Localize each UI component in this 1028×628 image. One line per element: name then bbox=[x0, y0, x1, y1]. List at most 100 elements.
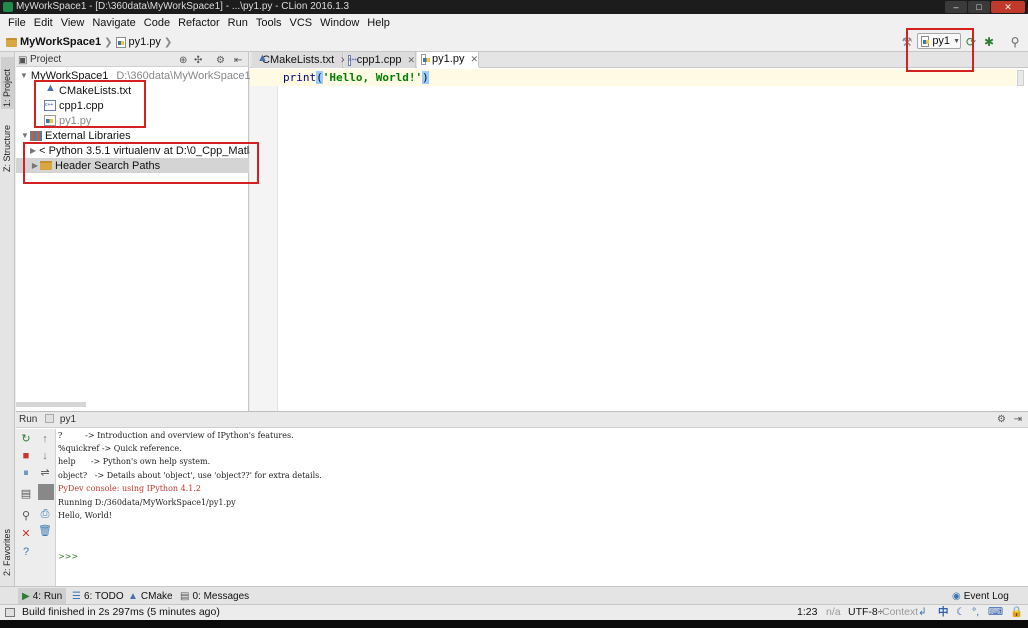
tree-header-search-paths[interactable]: ▶ Header Search Paths bbox=[16, 158, 249, 173]
breadcrumb-project[interactable]: MyWorkSpace1 bbox=[20, 36, 101, 48]
build-icon[interactable]: ⚒ bbox=[900, 35, 914, 49]
menu-tools[interactable]: Tools bbox=[252, 14, 286, 32]
tab-todo[interactable]: ☰ 6: TODO bbox=[68, 588, 128, 604]
console-prompt[interactable]: >>> bbox=[58, 551, 78, 562]
menu-view[interactable]: View bbox=[57, 14, 89, 32]
menu-refactor[interactable]: Refactor bbox=[174, 14, 224, 32]
close-tab-icon[interactable]: ✕ bbox=[470, 54, 478, 65]
code-text[interactable]: print('Hello, World!') bbox=[283, 71, 429, 84]
tree-item-py1[interactable]: py1.py bbox=[16, 113, 249, 128]
pin-icon[interactable]: ⚲ bbox=[19, 509, 33, 523]
trash-icon[interactable]: 🗑 bbox=[38, 524, 52, 538]
hide-panel-icon[interactable]: ⇥ bbox=[1014, 412, 1022, 428]
help-icon[interactable]: ? bbox=[19, 545, 33, 559]
down-arrow-icon[interactable]: ↓ bbox=[38, 449, 52, 463]
print-icon[interactable]: ⎙ bbox=[38, 507, 52, 521]
line-separator-status[interactable]: n/a bbox=[826, 605, 841, 620]
close-icon[interactable]: ✕ bbox=[19, 527, 33, 541]
debug-icon[interactable]: ✱ bbox=[982, 35, 996, 49]
console-line: %quickref -> Quick reference. bbox=[58, 444, 182, 453]
tab-cmake[interactable]: ▲ CMake bbox=[124, 588, 177, 604]
horizontal-scrollbar[interactable] bbox=[16, 402, 86, 407]
menu-help[interactable]: Help bbox=[363, 14, 394, 32]
tree-root-project[interactable]: ▼ MyWorkSpace1 D:\360data\MyWorkSpace1 bbox=[16, 68, 251, 83]
tab-event-log-label: Event Log bbox=[963, 590, 1009, 602]
run-config-selector[interactable]: py1 ▼ bbox=[917, 33, 961, 49]
ime-keyboard-icon[interactable]: ⌨ bbox=[988, 605, 1003, 620]
tab-py1[interactable]: py1.py ✕ bbox=[417, 52, 479, 68]
close-tab-icon[interactable]: ✕ bbox=[407, 55, 415, 66]
ime-toggle-icon[interactable]: ↲ bbox=[918, 605, 927, 620]
menu-navigate[interactable]: Navigate bbox=[88, 14, 139, 32]
cmake-icon: ▲ bbox=[128, 590, 138, 602]
menu-run[interactable]: Run bbox=[224, 14, 252, 32]
menu-file[interactable]: File bbox=[4, 14, 30, 32]
caret-position[interactable]: 1:23 bbox=[797, 605, 817, 620]
tab-cpp1[interactable]: cpp1.cpp ✕ bbox=[344, 52, 416, 68]
event-log-icon: ◉ bbox=[952, 590, 961, 602]
expand-arrow-icon: ▼ bbox=[20, 71, 28, 80]
tree-header-search-paths-label: Header Search Paths bbox=[55, 159, 161, 172]
ime-chinese-icon[interactable]: 中 bbox=[938, 605, 949, 620]
ime-punct-icon[interactable]: °, bbox=[972, 605, 979, 620]
tree-external-libraries[interactable]: ▼ External Libraries bbox=[16, 128, 249, 143]
menu-vcs[interactable]: VCS bbox=[286, 14, 317, 32]
tab-messages[interactable]: ▤ 0: Messages bbox=[176, 588, 253, 604]
console-line: PyDev console: using IPython 4.1.2 bbox=[58, 484, 201, 493]
file-encoding[interactable]: UTF-8÷ bbox=[848, 605, 884, 620]
expand-arrow-icon: ▼ bbox=[21, 131, 29, 140]
search-icon[interactable]: ⚲ bbox=[1008, 35, 1022, 49]
tree-item-cmakelists[interactable]: CMakeLists.txt bbox=[16, 82, 249, 98]
close-button[interactable]: ✕ bbox=[991, 1, 1025, 13]
sync-icon[interactable]: ⊕ bbox=[179, 53, 187, 68]
breadcrumb-file[interactable]: py1.py bbox=[129, 36, 161, 48]
console-line: ? -> Introduction and overview of IPytho… bbox=[58, 431, 294, 440]
scroll-to-end-icon[interactable] bbox=[38, 484, 54, 500]
tab-cmakelists[interactable]: CMakeLists.txt ✕ bbox=[252, 52, 348, 68]
gear-icon[interactable]: ⚙ bbox=[216, 53, 225, 68]
dump-threads-icon[interactable]: ▤ bbox=[19, 487, 33, 501]
hide-panel-icon[interactable]: ⇤ bbox=[234, 53, 242, 68]
menu-edit[interactable]: Edit bbox=[30, 14, 57, 32]
console-output[interactable]: ? -> Introduction and overview of IPytho… bbox=[58, 430, 1020, 580]
soft-wrap-icon[interactable]: ⇌ bbox=[38, 466, 52, 480]
stop-icon[interactable]: ■ bbox=[19, 449, 33, 463]
menu-bar: File Edit View Navigate Code Refactor Ru… bbox=[0, 14, 1028, 32]
project-panel-title: Project bbox=[30, 54, 62, 65]
status-message[interactable]: Build finished in 2s 297ms (5 minutes ag… bbox=[22, 605, 220, 620]
minimize-button[interactable]: – bbox=[945, 1, 967, 13]
folder-icon bbox=[6, 37, 17, 47]
editor-scroll-marker[interactable] bbox=[1017, 70, 1024, 86]
tab-messages-label: 0: Messages bbox=[192, 590, 250, 602]
ime-moon-icon[interactable]: ☾ bbox=[956, 605, 965, 620]
favorites-tool-tab[interactable]: 2: Favorites bbox=[1, 520, 14, 582]
lock-icon[interactable]: 🔒 bbox=[1010, 605, 1023, 620]
chevron-right-icon: ❯ bbox=[163, 36, 173, 48]
up-arrow-icon[interactable]: ↑ bbox=[38, 432, 52, 446]
run-toolbar: ↻ ↑ ■ ↓ ⏸ ⇌ ▤ ⚲ ⎙ ✕ 🗑 ? bbox=[16, 429, 56, 587]
status-window-icon[interactable] bbox=[5, 608, 15, 617]
tab-run[interactable]: ▶ 4: Run bbox=[18, 588, 67, 604]
pause-icon[interactable]: ⏸ bbox=[19, 466, 33, 480]
run-icon[interactable]: ⟳ bbox=[964, 35, 978, 49]
tree-item-cpp1[interactable]: cpp1.cpp bbox=[16, 98, 249, 113]
context-label[interactable]: Context bbox=[882, 605, 918, 620]
left-tool-strip: 1: Project Z: Structure 2: Favorites bbox=[0, 52, 15, 586]
menu-code[interactable]: Code bbox=[140, 14, 174, 32]
rerun-icon[interactable]: ↻ bbox=[19, 432, 33, 446]
maximize-button[interactable]: □ bbox=[968, 1, 990, 13]
editor-area: CMakeLists.txt ✕ cpp1.cpp ✕ py1.py ✕ pri… bbox=[250, 52, 1028, 411]
gear-icon[interactable]: ⚙ bbox=[997, 412, 1006, 428]
collapse-icon[interactable]: ✣ bbox=[194, 53, 202, 68]
project-tool-tab[interactable]: 1: Project bbox=[1, 57, 14, 109]
tab-label: cpp1.cpp bbox=[356, 54, 402, 66]
clion-window: MyWorkSpace1 - [D:\360data\MyWorkSpace1]… bbox=[0, 0, 1028, 628]
tree-python-sdk[interactable]: ▶ < Python 3.5.1 virtualenv at D:\0_Cpp_… bbox=[16, 143, 268, 158]
run-config-tab[interactable]: py1 bbox=[60, 414, 76, 425]
tab-event-log[interactable]: ◉ Event Log bbox=[948, 588, 1013, 604]
menu-window[interactable]: Window bbox=[316, 14, 363, 32]
structure-tool-tab[interactable]: Z: Structure bbox=[1, 116, 14, 174]
console-line: Hello, World! bbox=[58, 511, 112, 520]
library-icon bbox=[30, 130, 42, 141]
status-bar: Build finished in 2s 297ms (5 minutes ag… bbox=[0, 604, 1028, 620]
